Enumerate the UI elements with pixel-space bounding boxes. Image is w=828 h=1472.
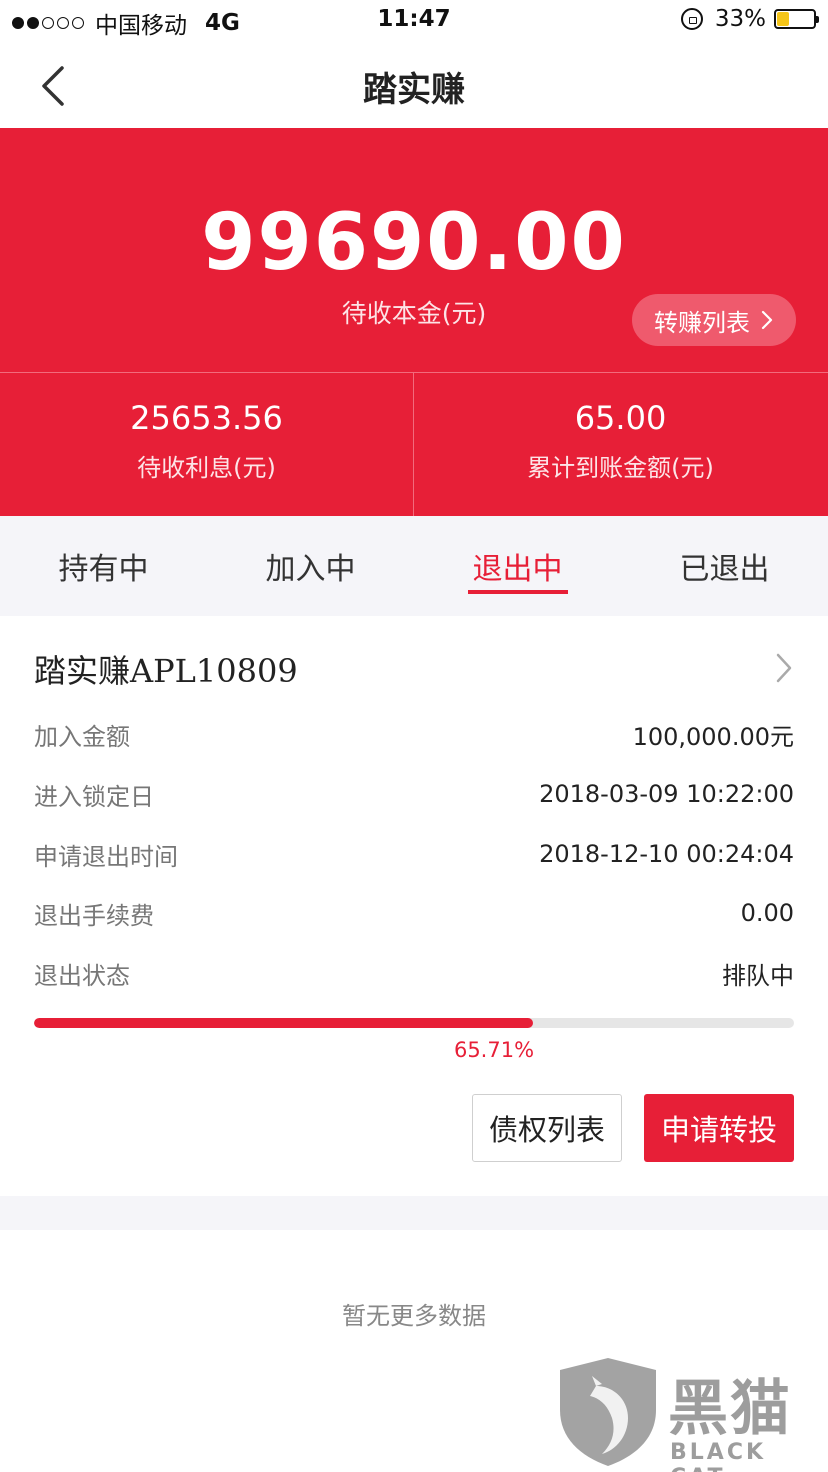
exit-progress-bar [34,1018,794,1028]
section-gap [0,1196,828,1230]
exit-progress-fill [34,1018,534,1028]
detail-label: 申请退出时间 [34,842,178,871]
chevron-right-icon [761,310,773,330]
received-amount: 65.00 累计到账金额(元) [414,398,827,483]
detail-label: 进入锁定日 [34,782,154,811]
detail-value: 100,000.00元 [632,722,794,751]
screen: 中国移动 4G 11:47 33% 踏实赚 99690.00 待收本金(元) 转… [0,0,828,1472]
status-right: 33% [680,6,819,32]
investment-card: 踏实赚APL10809 加入金额 100,000.00元 进入锁定日 2018-… [0,616,828,1196]
active-tab-indicator [467,590,568,594]
detail-row-exit-request-time: 申请退出时间 2018-12-10 00:24:04 [34,834,794,874]
nav-bar: 踏实赚 [0,42,828,128]
battery-level [777,12,789,26]
detail-label: 加入金额 [34,722,130,751]
detail-label: 退出手续费 [34,901,154,930]
tab-label: 退出中 [472,552,563,587]
tab-label: 加入中 [265,552,356,587]
detail-value: 0.00 [740,899,794,927]
debt-list-button[interactable]: 债权列表 [472,1094,622,1162]
no-more-data-label: 暂无更多数据 [342,1302,486,1330]
page-title: 踏实赚 [363,70,465,110]
tab-exited[interactable]: 已退出 [621,516,828,616]
pending-interest-label: 待收利息(元) [137,454,276,482]
detail-row-exit-fee: 退出手续费 0.00 [34,893,794,933]
black-cat-watermark: 黑猫 BLACK CAT [556,1356,828,1472]
watermark-en-text: BLACK CAT [670,1440,767,1472]
rotation-lock-icon [680,8,703,30]
tab-holding[interactable]: 持有中 [0,516,207,616]
product-title[interactable]: 踏实赚APL10809 [34,646,298,692]
pending-interest-value: 25653.56 [130,399,283,437]
watermark-cn-text: 黑猫 [668,1374,792,1444]
battery-percent: 33% [714,6,766,32]
pending-interest: 25653.56 待收利息(元) [0,398,413,483]
status-tabs: 持有中 加入中 退出中 已退出 [0,516,828,616]
detail-label: 退出状态 [34,961,130,990]
received-amount-label: 累计到账金额(元) [527,454,714,482]
exit-progress-label: 65.71% [453,1038,535,1062]
tab-label: 已退出 [679,552,770,587]
detail-row-lock-date: 进入锁定日 2018-03-09 10:22:00 [34,774,794,814]
chevron-right-icon[interactable] [774,652,794,684]
transfer-list-label: 转赚列表 [654,309,750,337]
tab-label: 持有中 [58,552,149,587]
status-bar: 中国移动 4G 11:47 33% [0,0,828,42]
tab-joining[interactable]: 加入中 [207,516,414,616]
tab-exiting[interactable]: 退出中 [414,516,621,616]
summary-divider [0,372,828,373]
detail-value: 排队中 [722,961,794,990]
apply-transfer-button[interactable]: 申请转投 [644,1094,794,1162]
cat-shield-logo [560,1358,656,1466]
detail-value: 2018-03-09 10:22:00 [539,780,794,808]
asset-summary: 99690.00 待收本金(元) 转赚列表 25653.56 待收利息(元) 6… [0,128,828,516]
detail-row-join-amount: 加入金额 100,000.00元 [34,714,794,754]
transfer-list-button[interactable]: 转赚列表 [632,294,796,346]
principal-amount: 99690.00 [201,198,627,288]
battery-icon [774,9,819,29]
detail-row-exit-status: 退出状态 排队中 [34,953,794,993]
received-amount-value: 65.00 [574,399,667,437]
detail-value: 2018-12-10 00:24:04 [539,840,794,868]
